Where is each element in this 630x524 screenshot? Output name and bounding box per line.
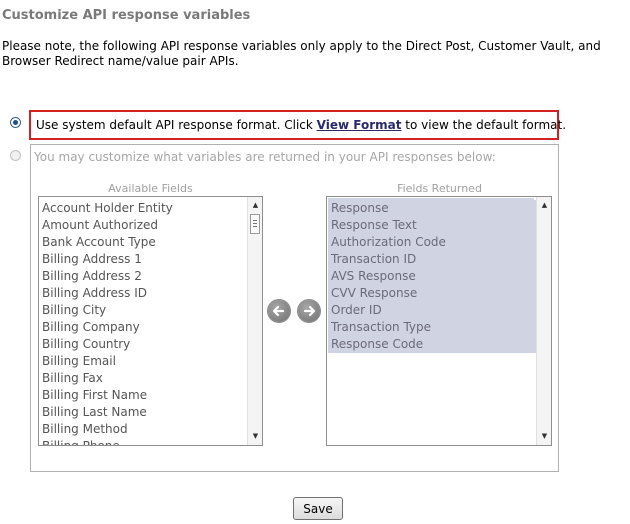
- list-item[interactable]: Billing Phone: [39, 438, 247, 445]
- default-format-text-before: Use system default API response format. …: [36, 118, 317, 132]
- returned-scrollbar[interactable]: ▲ ▼: [536, 197, 551, 445]
- fields-returned-header: Fields Returned: [397, 182, 482, 195]
- default-format-option: Use system default API response format. …: [29, 110, 566, 140]
- list-item[interactable]: Billing Country: [39, 336, 247, 353]
- list-item[interactable]: Billing First Name: [39, 387, 247, 404]
- list-item[interactable]: Billing Address 1: [39, 251, 247, 268]
- scroll-up-icon[interactable]: ▲: [248, 198, 262, 213]
- save-button[interactable]: Save: [293, 497, 343, 520]
- list-item[interactable]: Billing Company: [39, 319, 247, 336]
- list-item[interactable]: Authorization Code: [328, 234, 536, 251]
- view-format-link[interactable]: View Format: [317, 118, 402, 132]
- available-scrollbar[interactable]: ▲ ▼: [247, 197, 262, 445]
- arrow-right-icon: [303, 305, 316, 317]
- custom-format-radio[interactable]: [10, 150, 21, 161]
- list-item[interactable]: Transaction ID: [328, 251, 536, 268]
- list-item[interactable]: Bank Account Type: [39, 234, 247, 251]
- list-item[interactable]: Billing Address ID: [39, 285, 247, 302]
- fields-returned-list[interactable]: Response Response Text Authorization Code T…: [326, 196, 552, 446]
- list-item[interactable]: Response: [328, 200, 536, 217]
- list-item[interactable]: Order ID: [328, 302, 536, 319]
- scroll-down-icon[interactable]: ▼: [248, 429, 262, 444]
- scroll-down-icon[interactable]: ▼: [537, 429, 551, 444]
- scroll-up-icon[interactable]: ▲: [537, 198, 551, 213]
- list-item[interactable]: Billing Address 2: [39, 268, 247, 285]
- list-item[interactable]: CVV Response: [328, 285, 536, 302]
- move-left-button[interactable]: [268, 300, 290, 322]
- default-format-text-after: to view the default format.: [401, 118, 567, 132]
- list-item[interactable]: Account Holder Entity: [39, 200, 247, 217]
- arrow-left-icon: [272, 305, 285, 317]
- list-item[interactable]: Billing Method: [39, 421, 247, 438]
- list-item[interactable]: Response Code: [328, 336, 536, 353]
- list-item[interactable]: Amount Authorized: [39, 217, 247, 234]
- list-item[interactable]: Billing Fax: [39, 370, 247, 387]
- page-title: Customize API response variables: [2, 8, 251, 23]
- default-format-radio[interactable]: [10, 117, 21, 128]
- available-fields-list[interactable]: Account Holder Entity Amount Authorized Ba…: [38, 196, 263, 446]
- list-item[interactable]: Transaction Type: [328, 319, 536, 336]
- list-item[interactable]: Billing Last Name: [39, 404, 247, 421]
- list-item[interactable]: Billing City: [39, 302, 247, 319]
- move-right-button[interactable]: [298, 300, 320, 322]
- list-item[interactable]: Response Text: [328, 217, 536, 234]
- list-item[interactable]: AVS Response: [328, 268, 536, 285]
- list-item[interactable]: Billing Email: [39, 353, 247, 370]
- scroll-thumb[interactable]: [250, 214, 260, 234]
- available-fields-header: Available Fields: [108, 182, 193, 195]
- custom-format-label: You may customize what variables are ret…: [34, 150, 496, 164]
- api-note: Please note, the following API response …: [2, 39, 601, 68]
